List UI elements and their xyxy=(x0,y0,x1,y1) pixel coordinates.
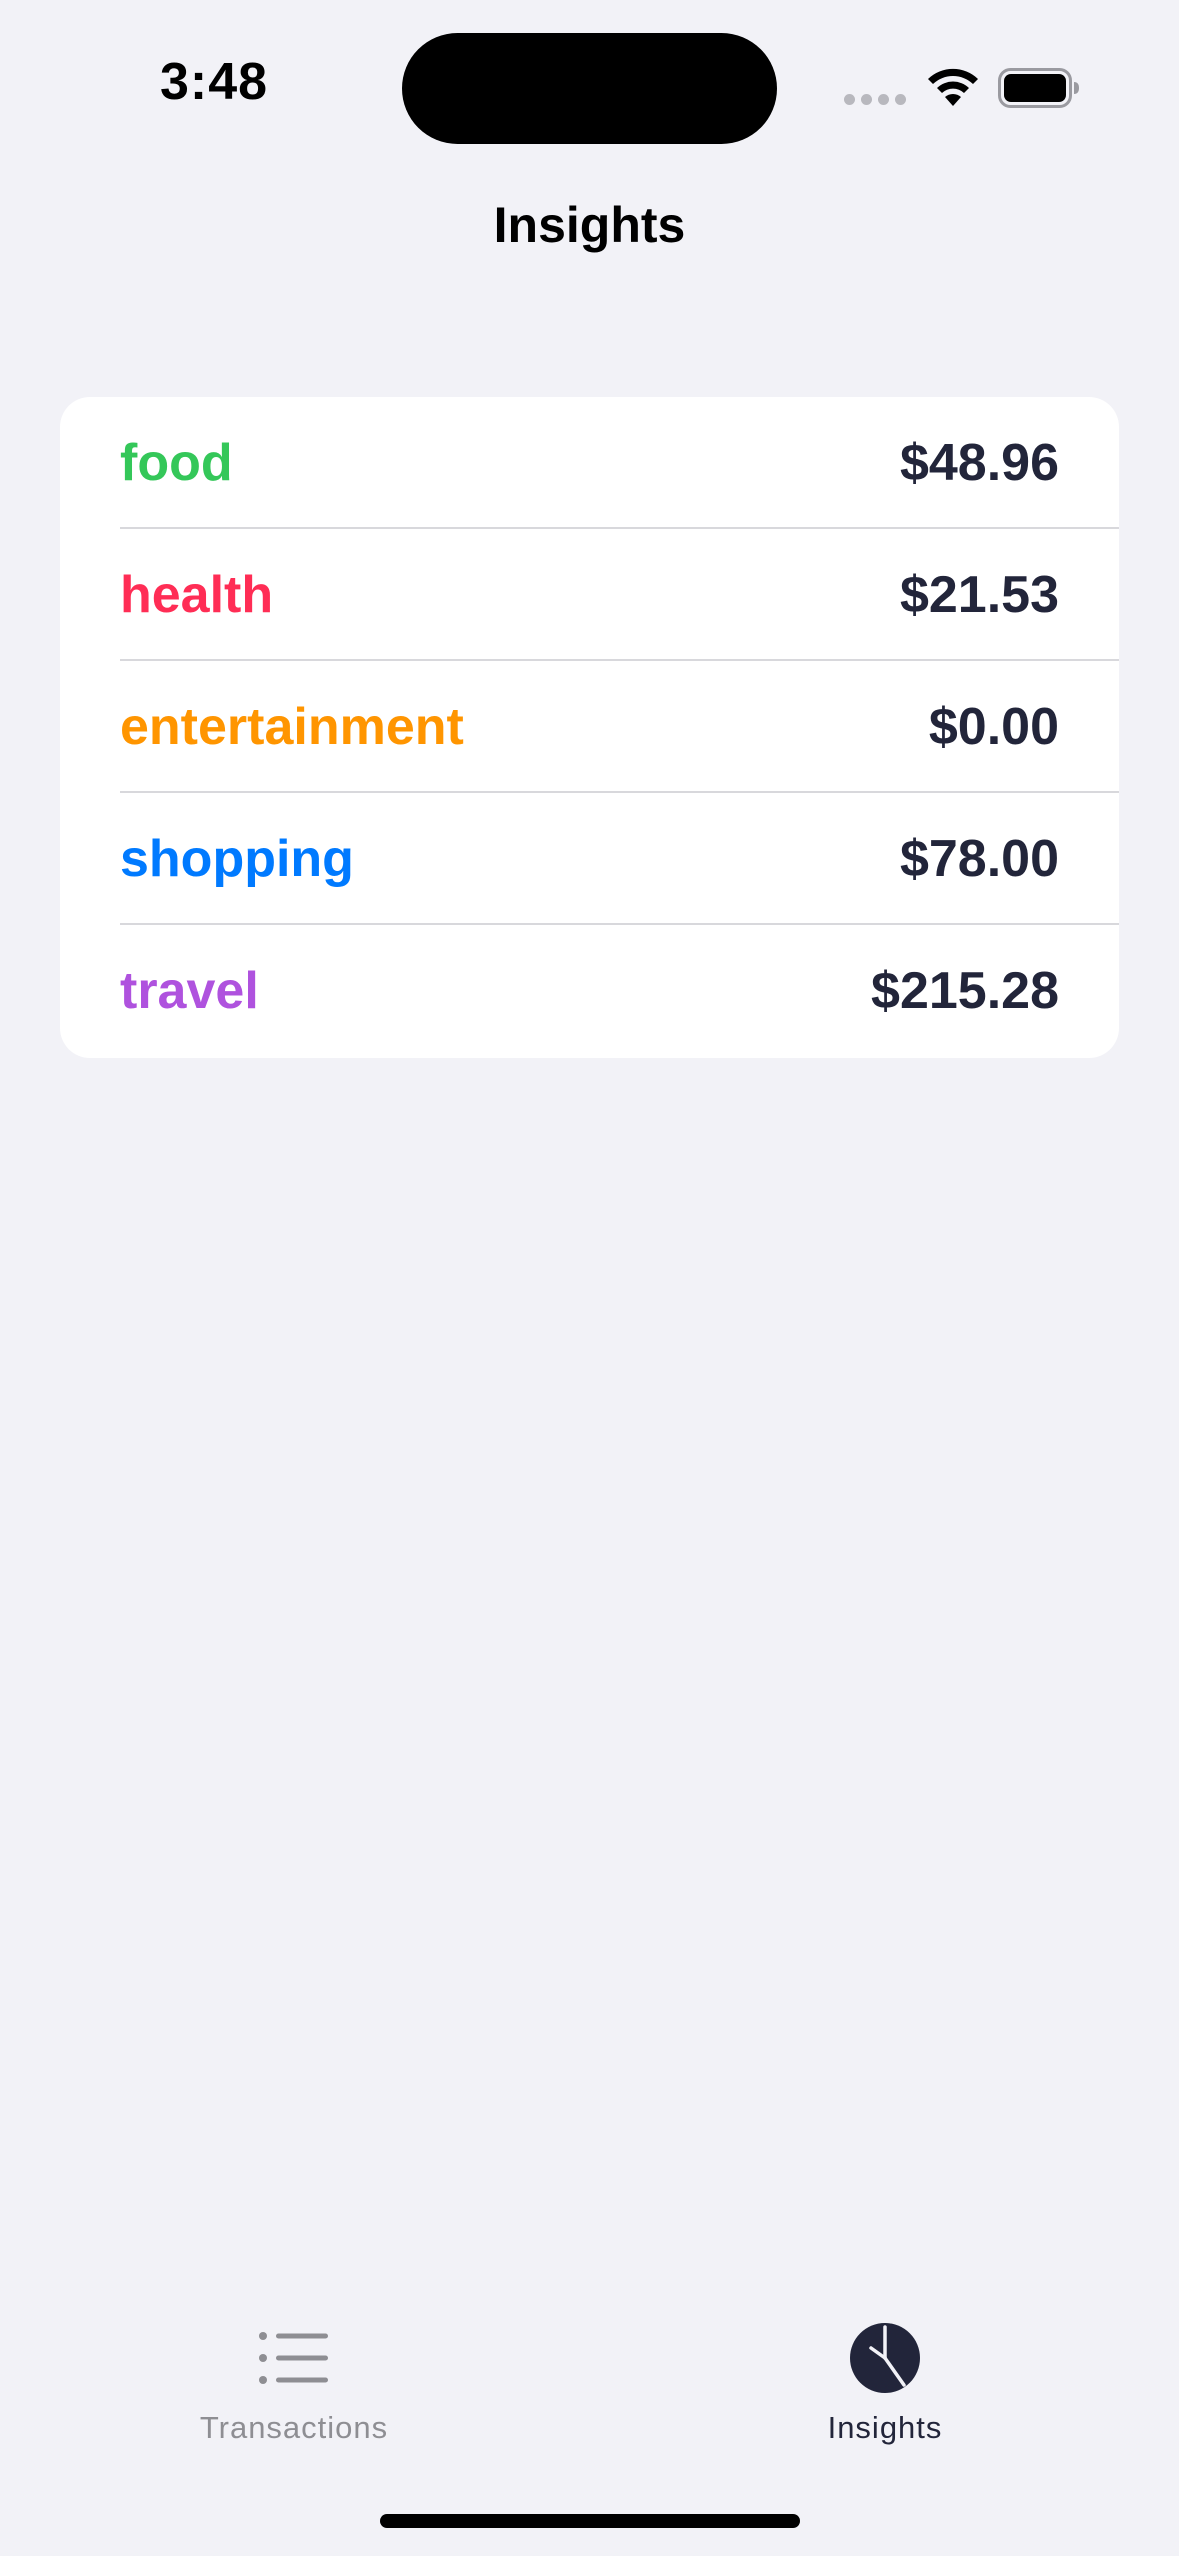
list-item[interactable]: shopping $78.00 xyxy=(60,793,1119,925)
list-bullet-icon xyxy=(259,2332,328,2384)
category-label: shopping xyxy=(120,830,354,888)
list-item[interactable]: food $48.96 xyxy=(60,397,1119,529)
wifi-icon xyxy=(928,68,978,106)
category-amount: $0.00 xyxy=(928,698,1059,756)
category-amount: $78.00 xyxy=(899,830,1059,888)
tab-transactions[interactable]: Transactions xyxy=(144,2280,444,2460)
category-amount: $48.96 xyxy=(899,434,1059,492)
list-item[interactable]: travel $215.28 xyxy=(60,925,1119,1057)
tab-label: Insights xyxy=(827,2410,943,2445)
list-item[interactable]: health $21.53 xyxy=(60,529,1119,661)
dynamic-island xyxy=(402,33,777,144)
insights-list: food $48.96 health $21.53 entertainment … xyxy=(60,397,1119,1058)
list-item[interactable]: entertainment $0.00 xyxy=(60,661,1119,793)
cellular-signal-icon xyxy=(844,94,906,108)
category-label: entertainment xyxy=(120,698,464,756)
pie-chart-icon xyxy=(850,2323,920,2393)
home-indicator xyxy=(380,2514,800,2528)
page-title: Insights xyxy=(493,197,686,253)
status-time: 3:48 xyxy=(160,53,269,111)
category-amount: $21.53 xyxy=(899,566,1059,624)
category-label: travel xyxy=(120,962,259,1020)
tab-label: Transactions xyxy=(199,2410,389,2445)
tab-insights[interactable]: Insights xyxy=(735,2280,1035,2460)
battery-icon xyxy=(998,68,1079,108)
status-bar: 3:48 xyxy=(0,0,1179,170)
category-label: food xyxy=(120,434,233,492)
category-label: health xyxy=(120,566,274,624)
category-amount: $215.28 xyxy=(871,962,1059,1020)
